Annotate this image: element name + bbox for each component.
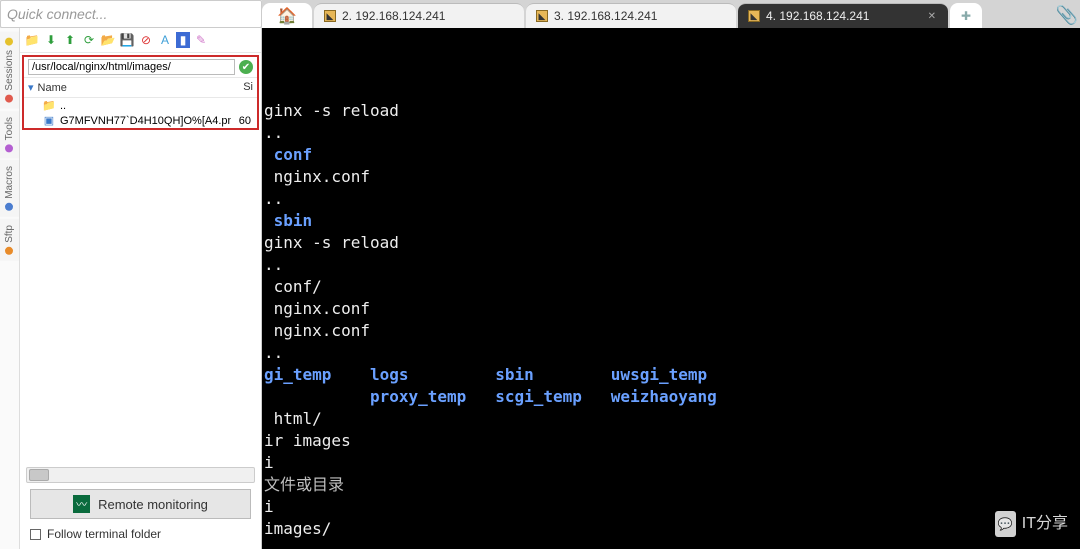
left-tab-bar: Sessions Tools Macros Sftp [0,28,20,549]
terminal-icon: ◣ [748,10,760,22]
star-icon [6,38,14,46]
folder-up-icon: 📁 [42,99,56,112]
chevron-down-icon[interactable]: ▾ [28,81,34,94]
sftp-path-bar: ✔ [24,57,257,78]
image-file-icon: ▣ [42,114,56,127]
watermark-text: IT分享 [1022,513,1068,535]
new-folder-icon[interactable]: 📂 [100,32,116,48]
terminal-pane[interactable]: 💬 IT分享 ginx -s reload.. conf nginx.conf.… [262,28,1080,549]
new-tab-button[interactable]: ✚ [950,3,982,28]
quick-connect-input[interactable]: Quick connect... [0,0,262,28]
column-name[interactable]: Name [38,82,67,94]
highlighted-region: ✔ ▾ Name Si 📁 .. ▣ G7MFVNH77`D4H10QH]O%[… [22,55,259,130]
follow-terminal-checkbox[interactable]: Follow terminal folder [30,527,251,541]
save-icon[interactable]: 💾 [119,32,135,48]
left-tab-label: Macros [4,166,15,199]
tab-home[interactable] [262,3,312,28]
wechat-icon: 💬 [995,511,1016,537]
text-a-icon[interactable]: A [157,32,173,48]
follow-terminal-label: Follow terminal folder [47,527,161,541]
tab-session-2[interactable]: ◣ 2. 192.168.124.241 [314,3,524,28]
folder-icon[interactable]: 📁 [24,32,40,48]
highlight-icon[interactable]: ▮ [176,32,190,48]
left-tab-sessions[interactable]: Sessions [0,32,19,109]
left-tab-tools[interactable]: Tools [0,111,19,158]
refresh-icon[interactable]: ⟳ [81,32,97,48]
left-tab-label: Sessions [4,50,15,91]
monitor-icon: 〰 [73,495,90,513]
sftp-toolbar: 📁 ⬇ ⬆ ⟳ 📂 💾 ⊘ A ▮ ✎ [20,28,261,53]
watermark: 💬 IT分享 [995,511,1068,537]
delete-icon[interactable]: ⊘ [138,32,154,48]
left-tab-macros[interactable]: Macros [0,160,19,217]
home-icon [277,6,297,26]
list-item-up[interactable]: 📁 .. [24,98,257,113]
tab-session-3[interactable]: ◣ 3. 192.168.124.241 [526,3,736,28]
list-item-file[interactable]: ▣ G7MFVNH77`D4H10QH]O%[A4.png 60 [24,113,257,128]
file-list: 📁 .. ▣ G7MFVNH77`D4H10QH]O%[A4.png 60 [24,98,257,128]
pin-icon [6,95,14,103]
upload-icon[interactable]: ⬆ [62,32,78,48]
file-name: G7MFVNH77`D4H10QH]O%[A4.png [60,115,231,127]
wand-icon[interactable]: ✎ [193,32,209,48]
close-icon[interactable]: ✕ [928,11,936,22]
tools-icon [6,144,14,152]
file-size: 60 [231,115,251,127]
terminal-icon: ◣ [536,10,548,22]
sftp-path-input[interactable] [28,59,235,75]
horizontal-scrollbar[interactable] [26,467,255,483]
checkbox-icon [30,529,41,540]
remote-monitoring-label: Remote monitoring [98,497,208,512]
remote-monitoring-button[interactable]: 〰 Remote monitoring [30,489,251,519]
left-tab-sftp[interactable]: Sftp [0,219,19,261]
file-name: .. [60,100,231,112]
status-ok-icon: ✔ [239,60,253,74]
tab-label: 2. 192.168.124.241 [342,9,445,23]
file-list-header[interactable]: ▾ Name Si [24,78,257,98]
tab-strip: ◣ 2. 192.168.124.241 ◣ 3. 192.168.124.24… [262,0,1080,28]
terminal-icon: ◣ [324,10,336,22]
sftp-panel: 📁 ⬇ ⬆ ⟳ 📂 💾 ⊘ A ▮ ✎ ✔ ▾ Name Si [20,28,262,549]
tab-session-4[interactable]: ◣ 4. 192.168.124.241 ✕ [738,3,948,28]
column-size[interactable]: Si [233,81,253,94]
download-icon[interactable]: ⬇ [43,32,59,48]
macros-icon [6,203,14,211]
left-tab-label: Sftp [4,225,15,243]
left-tab-label: Tools [4,117,15,140]
sftp-icon [6,247,14,255]
tab-label: 4. 192.168.124.241 [766,9,869,23]
tab-label: 3. 192.168.124.241 [554,9,657,23]
paperclip-icon[interactable]: 📎 [1054,3,1080,28]
